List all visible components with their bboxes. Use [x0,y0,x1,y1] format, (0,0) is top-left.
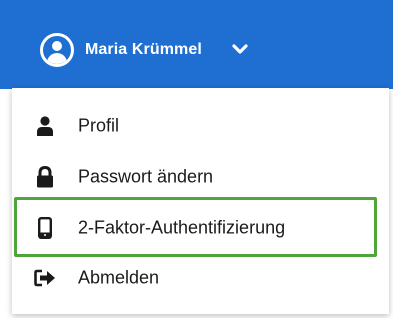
user-menu-toggle[interactable]: Maria Krümmel [40,30,248,70]
mobile-phone-icon [34,217,56,239]
menu-item-label: 2-Faktor-Authentifizierung [78,217,286,238]
user-circle-icon [40,33,74,67]
chevron-down-icon [232,44,248,54]
menu-item-label: Abmelden [78,267,160,288]
user-name: Maria Krümmel [85,41,202,58]
top-bar: Maria Krümmel [0,0,393,89]
sign-out-icon [34,267,56,289]
menu-item-label: Profil [78,115,120,136]
user-dropdown-menu: Profil Passwort ändern 2-Faktor-Authenti… [12,88,389,314]
menu-item-2-faktor-authentifizierung[interactable]: 2-Faktor-Authentifizierung [12,206,389,250]
user-icon [34,115,56,137]
menu-item-label: Passwort ändern [78,166,214,187]
menu-item-passwort-aendern[interactable]: Passwort ändern [12,155,389,199]
lock-icon [34,166,56,188]
menu-item-abmelden[interactable]: Abmelden [12,256,389,300]
menu-item-profil[interactable]: Profil [12,104,389,148]
